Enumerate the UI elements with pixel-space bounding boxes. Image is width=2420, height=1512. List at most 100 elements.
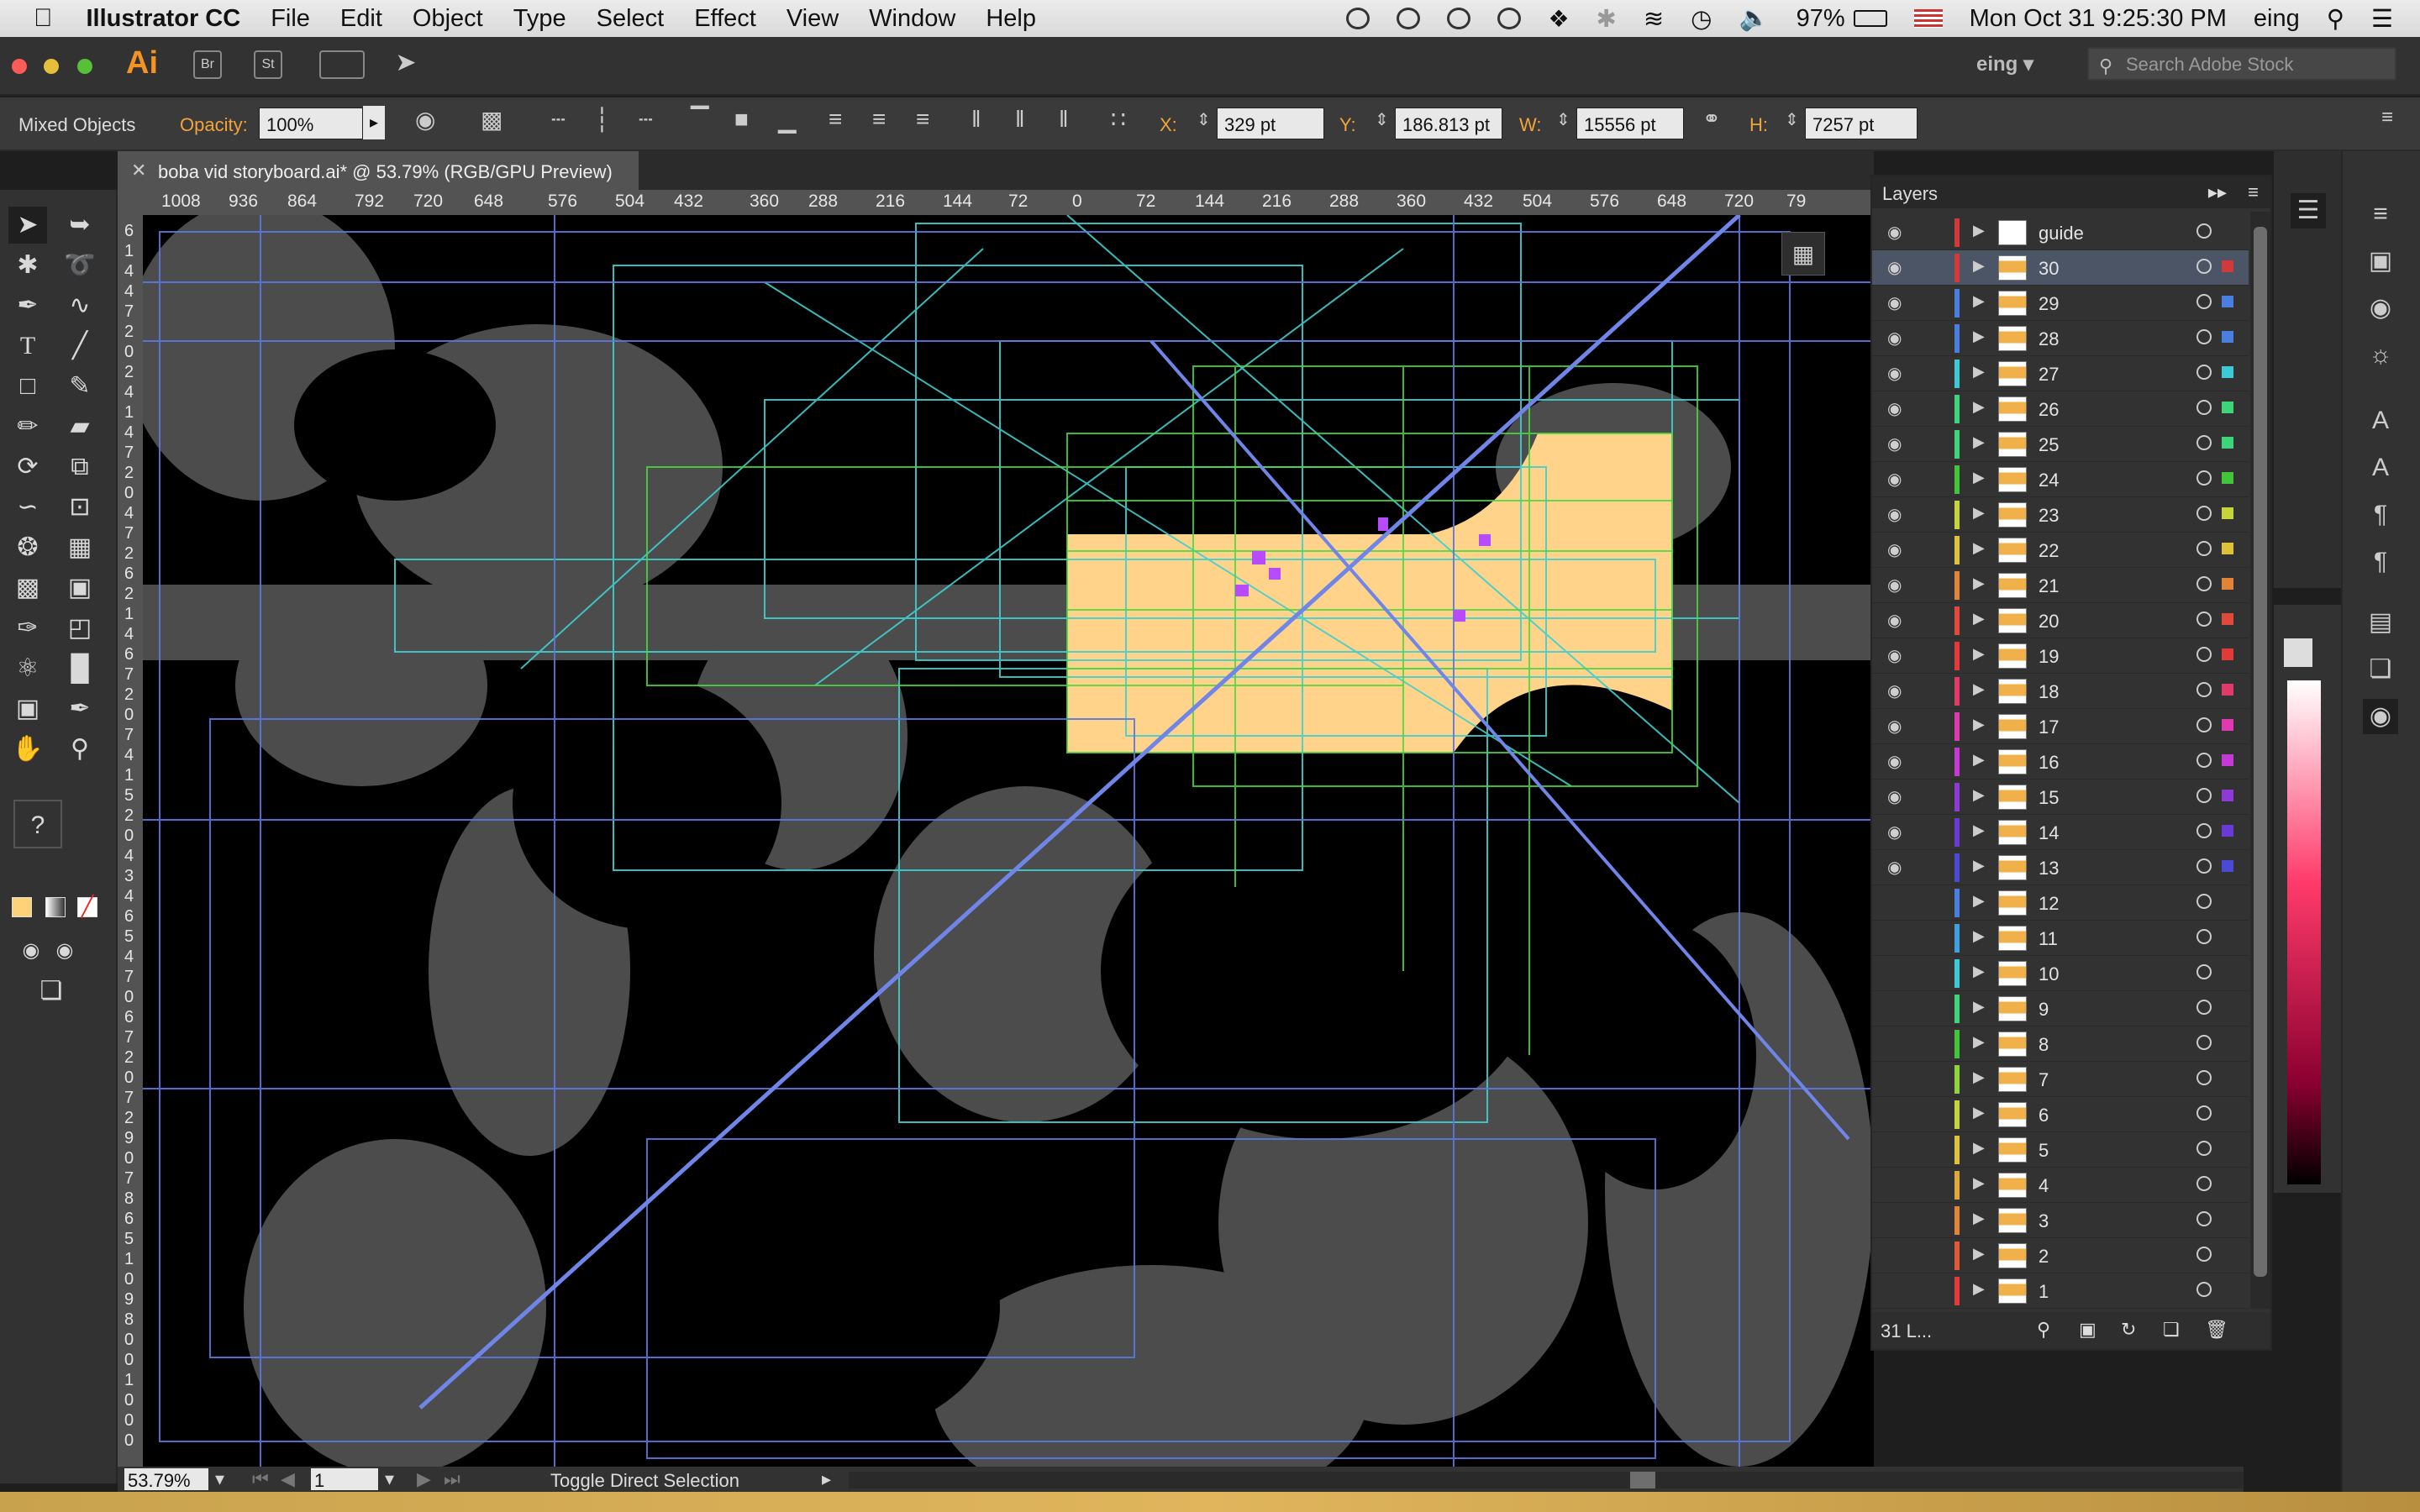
align-panel-icon[interactable]: ▤ <box>2363 605 2398 640</box>
distribute-bottom-icon[interactable]: ≡ <box>916 106 929 133</box>
gradient-panel-icon[interactable]: ▣ <box>2363 244 2398 279</box>
zoom-window-button[interactable] <box>77 59 92 74</box>
layer-row[interactable]: ◉ ▶ 13 <box>1872 850 2249 885</box>
color-panel-icon[interactable]: ◉ <box>2363 699 2398 734</box>
layer-row[interactable]: ◉ ▶ 17 <box>1872 709 2249 744</box>
target-circle-icon[interactable] <box>2196 717 2212 732</box>
layer-name[interactable]: 17 <box>2039 717 2059 738</box>
artboard-panel-icon[interactable]: ▦ <box>1781 232 1825 276</box>
opacity-label[interactable]: Opacity: <box>180 114 248 136</box>
layer-name[interactable]: 13 <box>2039 858 2059 879</box>
magic-wand-tool-icon[interactable]: ✱ <box>8 247 47 284</box>
expand-arrow-icon[interactable]: ▶ <box>1973 1280 1985 1298</box>
control-panel-menu-icon[interactable]: ≡ <box>2381 106 2393 129</box>
layer-name[interactable]: 30 <box>2039 258 2059 280</box>
visibility-toggle[interactable] <box>1887 892 1906 911</box>
expand-arrow-icon[interactable]: ▶ <box>1973 786 1985 804</box>
selection-indicator[interactable] <box>2222 331 2233 343</box>
expand-arrow-icon[interactable]: ▶ <box>1973 222 1985 239</box>
prev-artboard-icon[interactable]: ◀ <box>281 1468 295 1490</box>
target-circle-icon[interactable] <box>2196 1141 2212 1156</box>
w-field[interactable]: 15556 pt <box>1576 108 1684 139</box>
x-field[interactable]: 329 pt <box>1217 108 1324 139</box>
next-artboard-icon[interactable]: ▶ <box>417 1468 431 1490</box>
expand-arrow-icon[interactable]: ▶ <box>1973 963 1985 980</box>
target-circle-icon[interactable] <box>2196 259 2212 274</box>
layer-row[interactable]: ◉ ▶ 15 <box>1872 780 2249 815</box>
target-circle-icon[interactable] <box>2196 753 2212 768</box>
layer-row[interactable]: ◉ ▶ 23 <box>1872 497 2249 533</box>
reference-point-icon[interactable]: ∷ <box>1111 106 1126 134</box>
minimize-window-button[interactable] <box>44 59 59 74</box>
selection-indicator[interactable] <box>2222 366 2233 378</box>
target-circle-icon[interactable] <box>2196 329 2212 344</box>
blend-tool-icon[interactable]: ◰ <box>60 610 99 647</box>
selection-indicator[interactable] <box>2222 472 2233 484</box>
line-tool-icon[interactable]: ╱ <box>60 328 99 365</box>
layer-name[interactable]: 25 <box>2039 434 2059 456</box>
spotlight-icon[interactable]: ⚲ <box>2327 4 2344 34</box>
y-field[interactable]: 186.813 pt <box>1395 108 1502 139</box>
status-menu-icon[interactable]: ▸ <box>822 1468 831 1490</box>
color-spectrum[interactable] <box>2287 680 2321 1184</box>
align-hcenter-icon[interactable]: ┆ <box>595 106 609 134</box>
target-circle-icon[interactable] <box>2196 964 2212 979</box>
expand-arrow-icon[interactable]: ▶ <box>1973 1033 1985 1051</box>
layer-row[interactable]: ▶ 4 <box>1872 1168 2249 1203</box>
h-stepper[interactable]: ⇕ <box>1785 109 1799 130</box>
layer-name[interactable]: 15 <box>2039 787 2059 809</box>
target-circle-icon[interactable] <box>2196 1105 2212 1121</box>
layer-row[interactable]: ◉ ▶ guide <box>1872 215 2249 250</box>
visibility-toggle[interactable] <box>1887 927 1906 946</box>
expand-arrow-icon[interactable]: ▶ <box>1973 292 1985 310</box>
expand-arrow-icon[interactable]: ▶ <box>1973 363 1985 381</box>
visibility-eye-icon[interactable]: ◉ <box>1887 469 1906 489</box>
visibility-toggle[interactable] <box>1887 1139 1906 1158</box>
app-menu[interactable]: Illustrator CC <box>87 5 241 33</box>
visibility-eye-icon[interactable]: ◉ <box>1887 257 1906 277</box>
visibility-toggle[interactable] <box>1887 963 1906 981</box>
layer-name[interactable]: 10 <box>2039 963 2059 985</box>
document-tab[interactable]: ✕ boba vid storyboard.ai* @ 53.79% (RGB/… <box>118 151 639 190</box>
visibility-eye-icon[interactable]: ◉ <box>1887 751 1906 771</box>
visibility-eye-icon[interactable]: ◉ <box>1887 575 1906 595</box>
layer-row[interactable]: ◉ ▶ 29 <box>1872 286 2249 321</box>
slice-tool-icon[interactable]: ✒ <box>60 690 99 727</box>
menu-effect[interactable]: Effect <box>694 5 756 33</box>
layer-row[interactable]: ◉ ▶ 26 <box>1872 391 2249 427</box>
expand-arrow-icon[interactable]: ▶ <box>1973 257 1985 275</box>
layer-name[interactable]: guide <box>2039 223 2084 244</box>
layer-row[interactable]: ◉ ▶ 21 <box>1872 568 2249 603</box>
expand-arrow-icon[interactable]: ▶ <box>1973 1245 1985 1263</box>
status-icon-3[interactable] <box>1497 8 1522 29</box>
visibility-eye-icon[interactable]: ◉ <box>1887 645 1906 665</box>
layer-name[interactable]: 1 <box>2039 1281 2049 1303</box>
expand-arrow-icon[interactable]: ▶ <box>1973 680 1985 698</box>
target-circle-icon[interactable] <box>2196 1176 2212 1191</box>
selection-indicator[interactable] <box>2222 860 2233 872</box>
expand-arrow-icon[interactable]: ▶ <box>1973 1068 1985 1086</box>
layer-row[interactable]: ▶ 2 <box>1872 1238 2249 1273</box>
selection-tool-icon[interactable]: ➤ <box>8 207 47 244</box>
selection-indicator[interactable] <box>2222 402 2233 413</box>
visibility-toggle[interactable] <box>1887 1033 1906 1052</box>
target-circle-icon[interactable] <box>2196 435 2212 450</box>
target-circle-icon[interactable] <box>2196 400 2212 415</box>
target-circle-icon[interactable] <box>2196 1211 2212 1226</box>
target-circle-icon[interactable] <box>2196 788 2212 803</box>
last-artboard-icon[interactable]: ⏭ <box>444 1468 460 1490</box>
layer-name[interactable]: 20 <box>2039 611 2059 633</box>
first-artboard-icon[interactable]: ⏮ <box>252 1468 269 1490</box>
bluetooth-icon[interactable]: ✱ <box>1597 4 1617 34</box>
target-circle-icon[interactable] <box>2196 858 2212 874</box>
visibility-eye-icon[interactable]: ◉ <box>1887 716 1906 736</box>
distribute-hcenter-icon[interactable]: ‖ <box>1015 106 1025 133</box>
layer-row[interactable]: ◉ ▶ 14 <box>1872 815 2249 850</box>
help-icon[interactable]: ? <box>13 800 62 848</box>
layer-name[interactable]: 24 <box>2039 470 2059 491</box>
mesh-tool-icon[interactable]: ▩ <box>8 570 47 606</box>
eraser-tool-icon[interactable]: ▰ <box>60 408 99 445</box>
expand-arrow-icon[interactable]: ▶ <box>1973 822 1985 839</box>
layer-row[interactable]: ▶ 3 <box>1872 1203 2249 1238</box>
layer-row[interactable]: ◉ ▶ 24 <box>1872 462 2249 497</box>
